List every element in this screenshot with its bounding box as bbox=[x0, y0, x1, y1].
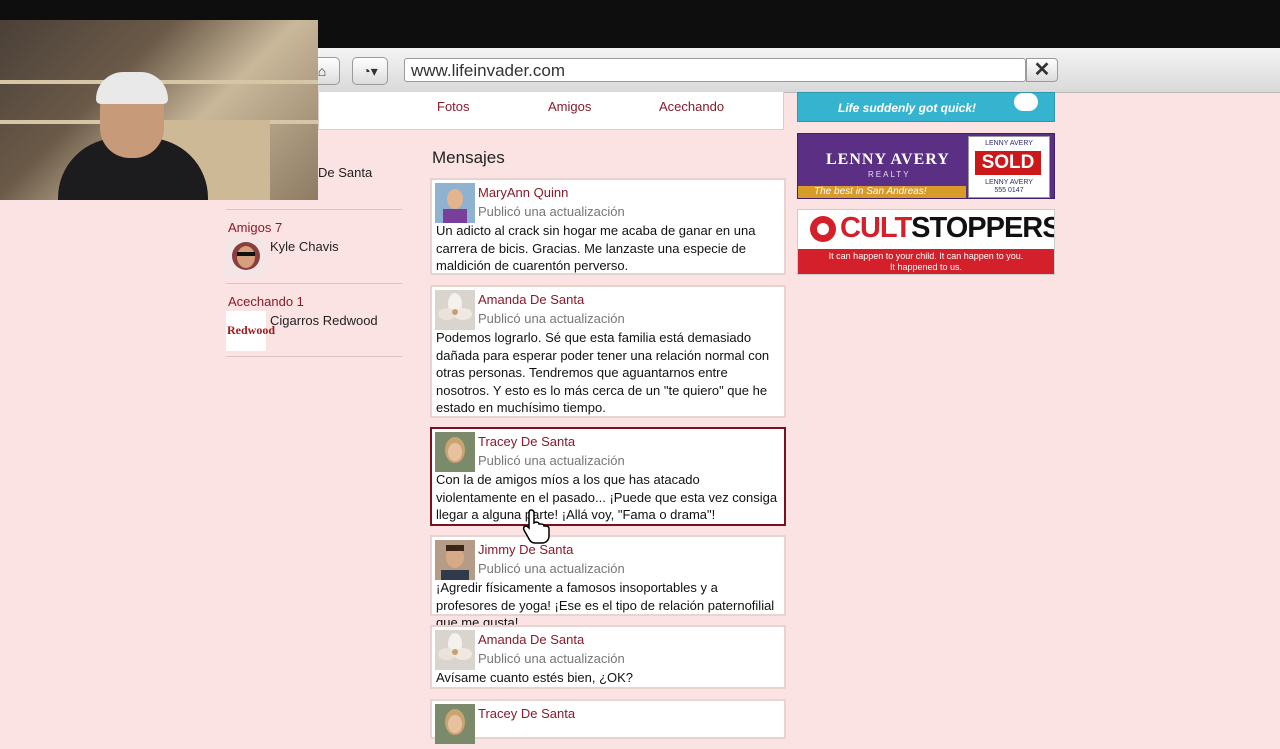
stalking-name[interactable]: Cigarros Redwood bbox=[270, 313, 378, 328]
post-card[interactable]: MaryAnn Quinn Publicó una actualización … bbox=[430, 178, 786, 275]
hand-cursor-icon bbox=[522, 509, 550, 544]
post-author[interactable]: Jimmy De Santa bbox=[478, 542, 573, 557]
messages-title: Mensajes bbox=[432, 148, 505, 167]
amanda-avatar[interactable] bbox=[435, 290, 475, 330]
post-card[interactable]: Tracey De Santa bbox=[430, 699, 786, 744]
post-body: Un adicto al crack sin hogar me acaba de… bbox=[436, 223, 756, 273]
post-card[interactable]: Amanda De Santa Publicó una actualizació… bbox=[430, 285, 786, 418]
post-author[interactable]: MaryAnn Quinn bbox=[478, 185, 568, 200]
history-button[interactable]: ◔▾ bbox=[352, 57, 388, 85]
close-icon: ✕ bbox=[1033, 59, 1051, 81]
post-author[interactable]: Tracey De Santa bbox=[478, 434, 575, 449]
sheep-icon bbox=[1014, 93, 1038, 111]
post-subtitle: Publicó una actualización bbox=[478, 311, 625, 326]
ad-banner-top[interactable]: Life suddenly got quick! bbox=[797, 92, 1055, 122]
webcam-overlay bbox=[0, 20, 318, 200]
tab-acechando[interactable]: Acechando bbox=[659, 99, 724, 114]
post-subtitle: Publicó una actualización bbox=[478, 561, 625, 576]
tab-amigos[interactable]: Amigos bbox=[548, 99, 591, 114]
post-author[interactable]: Amanda De Santa bbox=[478, 292, 584, 307]
clock-icon: ◔▾ bbox=[362, 62, 378, 79]
post-author[interactable]: Tracey De Santa bbox=[478, 706, 575, 721]
close-button[interactable]: ✕ bbox=[1026, 58, 1058, 82]
post-author[interactable]: Amanda De Santa bbox=[478, 632, 584, 647]
post-body: ¡Agredir físicamente a famosos insoporta… bbox=[436, 580, 775, 630]
amanda-avatar[interactable] bbox=[435, 630, 475, 670]
sidebar-divider bbox=[226, 283, 402, 284]
sidebar-divider bbox=[226, 209, 402, 210]
sold-sign: LENNY AVERY SOLD LENNY AVERY 555 0147 bbox=[968, 136, 1050, 198]
cultstoppers-logo-icon bbox=[810, 216, 836, 242]
home-icon: ⌂ bbox=[317, 63, 327, 79]
tracey-avatar[interactable] bbox=[435, 432, 475, 472]
post-body: Con la de amigos míos a los que has atac… bbox=[436, 472, 778, 522]
post-card[interactable]: Amanda De Santa Publicó una actualizació… bbox=[430, 625, 786, 689]
friend-name[interactable]: Kyle Chavis bbox=[270, 239, 339, 254]
post-card-selected[interactable]: Tracey De Santa Publicó una actualizació… bbox=[430, 427, 786, 526]
post-subtitle: Publicó una actualización bbox=[478, 204, 625, 219]
jimmy-avatar[interactable] bbox=[435, 540, 475, 580]
post-body: Podemos lograrlo. Sé que esta familia es… bbox=[436, 330, 770, 415]
redwood-logo[interactable]: Redwood bbox=[226, 311, 275, 351]
friends-heading[interactable]: Amigos 7 bbox=[228, 220, 282, 235]
post-subtitle: Publicó una actualización bbox=[478, 453, 625, 468]
post-card[interactable]: Jimmy De Santa Publicó una actualización… bbox=[430, 535, 786, 630]
friend-avatar[interactable] bbox=[226, 237, 266, 277]
tab-fotos[interactable]: Fotos bbox=[437, 99, 470, 114]
tracey-avatar[interactable] bbox=[435, 704, 475, 744]
sidebar-divider bbox=[226, 356, 402, 357]
profile-name: De Santa bbox=[318, 165, 373, 180]
maryann-avatar[interactable] bbox=[435, 183, 475, 223]
ad-cultstoppers[interactable]: CULTSTOPPERS It can happen to your child… bbox=[797, 209, 1055, 275]
profile-tabs: Fotos Amigos Acechando bbox=[318, 92, 784, 130]
post-subtitle: Publicó una actualización bbox=[478, 651, 625, 666]
ad-lenny-avery[interactable]: LENNY AVERY REALTY The best in San Andre… bbox=[797, 133, 1055, 199]
stalking-heading[interactable]: Acechando 1 bbox=[228, 294, 304, 309]
url-field[interactable]: www.lifeinvader.com bbox=[404, 58, 1026, 82]
post-body: Avísame cuanto estés bien, ¿OK? bbox=[436, 670, 634, 685]
